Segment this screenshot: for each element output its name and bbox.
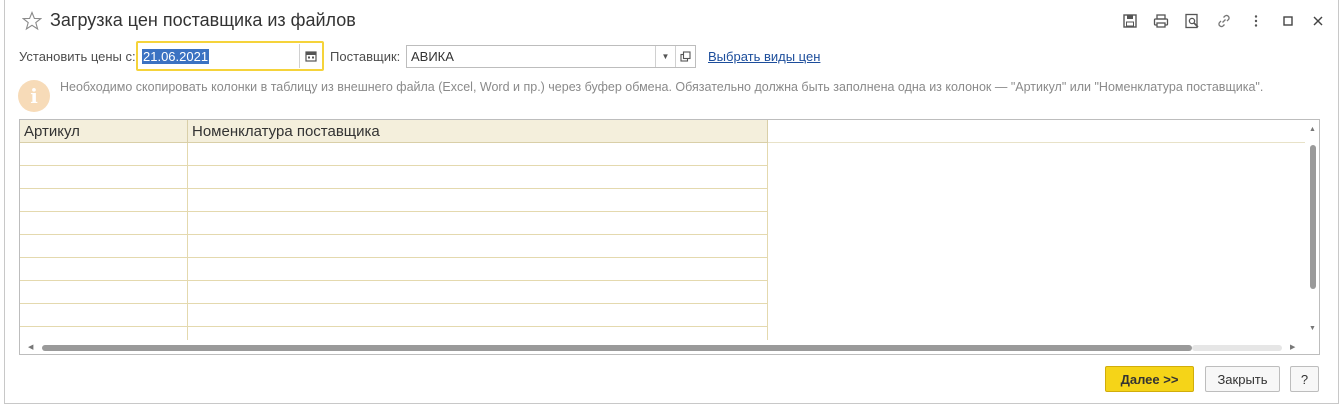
table-row[interactable] bbox=[20, 189, 768, 212]
table-row[interactable] bbox=[20, 143, 768, 166]
table-row[interactable] bbox=[20, 166, 768, 189]
column-header-supplier-nomenclature[interactable]: Номенклатура поставщика bbox=[188, 120, 768, 143]
table-row[interactable] bbox=[20, 258, 768, 281]
date-label: Установить цены с: bbox=[19, 49, 136, 64]
horizontal-scroll-thumb[interactable] bbox=[42, 345, 1192, 351]
cell-article[interactable] bbox=[20, 304, 188, 327]
column-header-article[interactable]: Артикул bbox=[20, 120, 188, 143]
link-icon[interactable] bbox=[1215, 12, 1233, 30]
vertical-scroll-thumb[interactable] bbox=[1310, 145, 1316, 289]
header-filler bbox=[768, 120, 1306, 143]
more-icon[interactable] bbox=[1247, 12, 1265, 30]
price-table[interactable]: Артикул Номенклатура поставщика ▲ ▼ ◀ ▶ bbox=[19, 119, 1320, 355]
maximize-icon[interactable] bbox=[1279, 12, 1297, 30]
open-icon[interactable] bbox=[675, 46, 695, 67]
cell-article[interactable] bbox=[20, 212, 188, 235]
cell-supplier-nomenclature[interactable] bbox=[188, 258, 768, 281]
chevron-down-icon[interactable]: ▼ bbox=[655, 46, 675, 67]
window-title: Загрузка цен поставщика из файлов bbox=[50, 10, 356, 30]
cell-article[interactable] bbox=[20, 235, 188, 258]
horizontal-scroll-track[interactable] bbox=[1192, 345, 1282, 351]
select-price-types-link[interactable]: Выбрать виды цен bbox=[708, 49, 820, 64]
table-row[interactable] bbox=[20, 235, 768, 258]
print-icon[interactable] bbox=[1152, 12, 1170, 30]
cell-supplier-nomenclature[interactable] bbox=[188, 281, 768, 304]
close-icon[interactable] bbox=[1309, 12, 1327, 30]
cell-supplier-nomenclature[interactable] bbox=[188, 166, 768, 189]
cell-article[interactable] bbox=[20, 189, 188, 212]
table-row[interactable] bbox=[20, 304, 768, 327]
cell-supplier-nomenclature[interactable] bbox=[188, 143, 768, 166]
date-field[interactable]: 21.06.2021 bbox=[136, 41, 324, 71]
cell-supplier-nomenclature[interactable] bbox=[188, 304, 768, 327]
star-icon[interactable] bbox=[21, 11, 43, 31]
calendar-icon[interactable] bbox=[299, 44, 321, 68]
cell-article[interactable] bbox=[20, 166, 188, 189]
save-icon[interactable] bbox=[1121, 12, 1139, 30]
date-value[interactable]: 21.06.2021 bbox=[142, 49, 210, 64]
cell-article[interactable] bbox=[20, 281, 188, 304]
scroll-right-icon[interactable]: ▶ bbox=[1290, 343, 1295, 351]
scroll-left-icon[interactable]: ◀ bbox=[28, 343, 33, 351]
table-row[interactable] bbox=[20, 212, 768, 235]
cell-supplier-nomenclature[interactable] bbox=[188, 235, 768, 258]
close-button[interactable]: Закрыть bbox=[1205, 366, 1280, 392]
help-button[interactable]: ? bbox=[1290, 366, 1319, 392]
cell-supplier-nomenclature[interactable] bbox=[188, 212, 768, 235]
supplier-field[interactable]: АВИКА ▼ bbox=[406, 45, 696, 68]
preview-icon[interactable] bbox=[1183, 12, 1201, 30]
cell-article[interactable] bbox=[20, 143, 188, 166]
next-button[interactable]: Далее >> bbox=[1105, 366, 1194, 392]
supplier-value[interactable]: АВИКА bbox=[411, 49, 454, 64]
cell-supplier-nomenclature[interactable] bbox=[188, 189, 768, 212]
scroll-up-icon[interactable]: ▲ bbox=[1309, 126, 1316, 133]
supplier-label: Поставщик: bbox=[330, 49, 401, 64]
cell-article[interactable] bbox=[20, 258, 188, 281]
vertical-scrollbar[interactable]: ▲ ▼ bbox=[1305, 120, 1319, 342]
table-row[interactable] bbox=[20, 281, 768, 304]
info-icon: i bbox=[18, 80, 50, 112]
scroll-down-icon[interactable]: ▼ bbox=[1309, 325, 1316, 332]
info-message: Необходимо скопировать колонки в таблицу… bbox=[60, 80, 1264, 94]
horizontal-scrollbar[interactable]: ◀ ▶ bbox=[20, 340, 1307, 354]
